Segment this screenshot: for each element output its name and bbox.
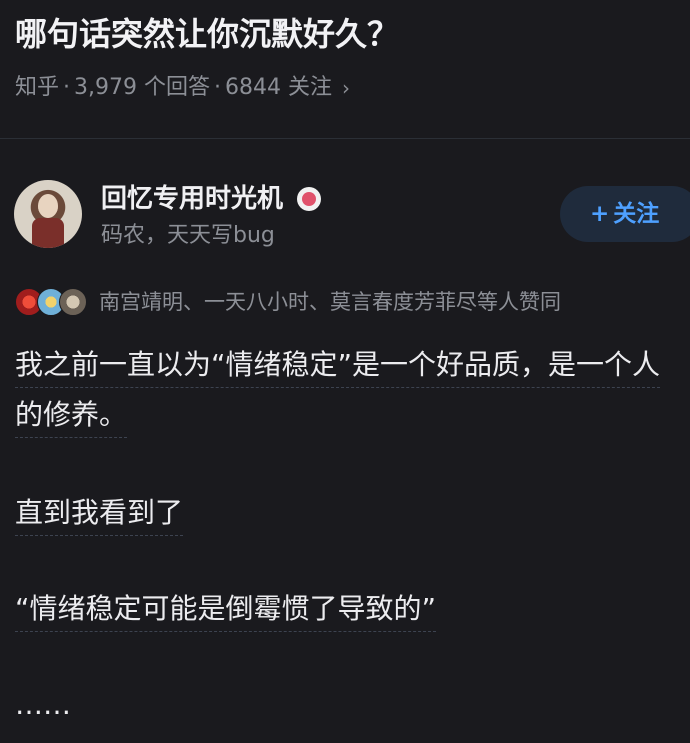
answer-paragraph: 直到我看到了 bbox=[15, 488, 184, 538]
question-meta[interactable]: 知乎 · 3,979 个回答 · 6844 关注 › bbox=[15, 72, 350, 104]
avatar bbox=[59, 288, 87, 316]
answer-paragraph: …… bbox=[15, 688, 71, 721]
upvoters[interactable]: 南宫靖明、一天八小时、莫言春度芳菲尽等人赞同 bbox=[15, 286, 561, 318]
author-name-row[interactable]: 回忆专用时光机 bbox=[101, 182, 322, 216]
author-bio: 码农，天天写bug bbox=[101, 223, 275, 248]
meta-separator: · bbox=[63, 75, 71, 100]
author-card: 回忆专用时光机 码农，天天写bug + 关注 bbox=[0, 170, 690, 260]
upvoters-text: 南宫靖明、一天八小时、莫言春度芳菲尽等人赞同 bbox=[99, 290, 561, 314]
question-title[interactable]: 哪句话突然让你沉默好久？ bbox=[15, 10, 399, 58]
meta-separator: · bbox=[214, 75, 221, 100]
answer-count: 3,979 个回答 bbox=[74, 75, 210, 100]
follow-button[interactable]: + 关注 bbox=[560, 186, 690, 242]
answer-paragraph: “情绪稳定可能是倒霉惯了导致的” bbox=[15, 584, 437, 634]
question-header: 哪句话突然让你沉默好久？ 知乎 · 3,979 个回答 · 6844 关注 › bbox=[0, 0, 690, 139]
chevron-right-icon: › bbox=[341, 76, 350, 100]
answer-paragraph: 我之前一直以为“情绪稳定”是一个好品质，是一个人的修养。 bbox=[15, 340, 680, 440]
source-label: 知乎 bbox=[15, 75, 60, 100]
follow-label: 关注 bbox=[613, 201, 660, 227]
follower-count: 6844 关注 bbox=[225, 75, 332, 100]
verified-badge-icon bbox=[297, 187, 322, 211]
author-name: 回忆专用时光机 bbox=[101, 184, 284, 214]
avatar[interactable] bbox=[14, 180, 82, 248]
plus-icon: + bbox=[590, 201, 610, 227]
upvoter-avatars bbox=[15, 288, 87, 316]
